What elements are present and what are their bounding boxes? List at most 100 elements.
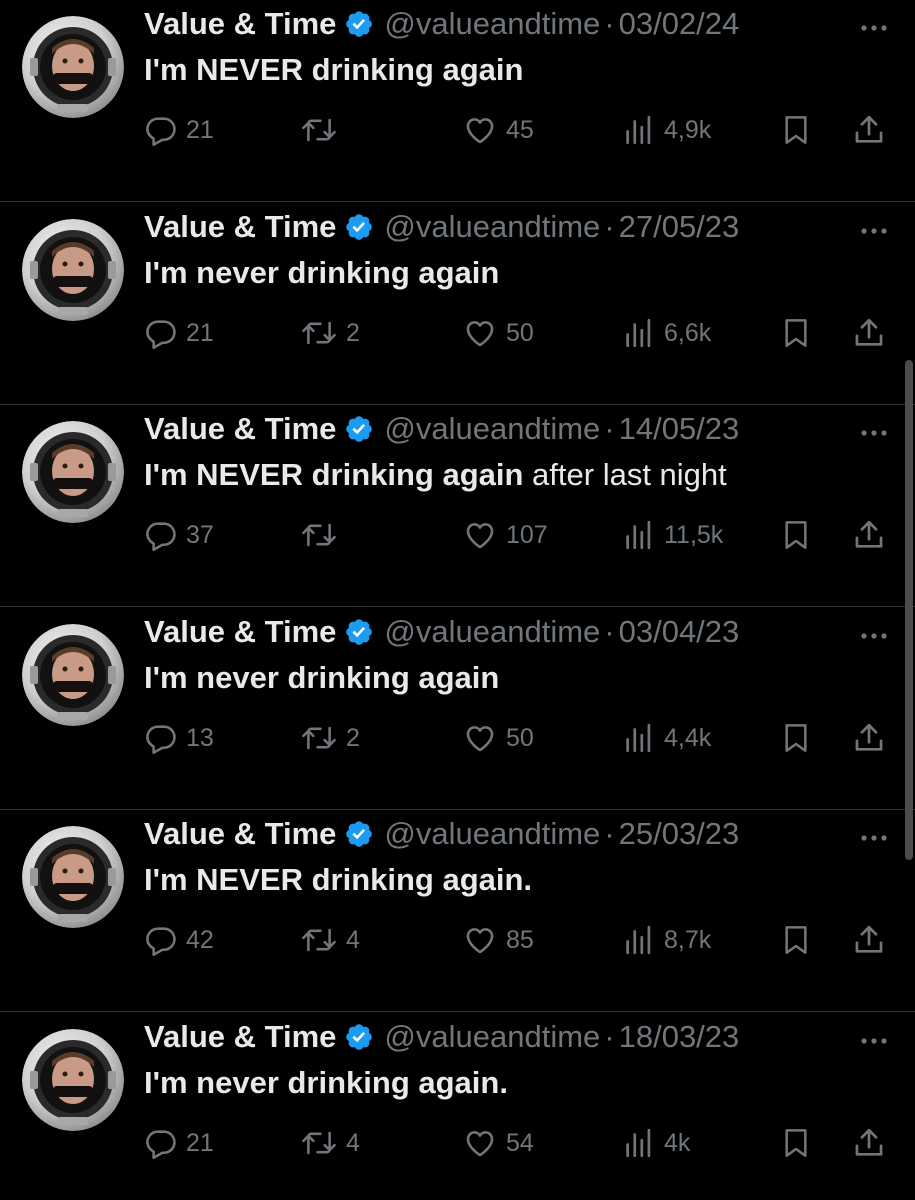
bookmark-button[interactable] [780,112,812,148]
retweet-icon [300,316,338,350]
tweet-header: Value & Time @valueandtime · 27/05/23 [144,207,739,247]
tweet[interactable]: Value & Time @valueandtime · 25/03/23 I'… [0,810,915,1012]
views-chart-icon [622,1126,656,1160]
retweet-button[interactable]: 4 [300,922,360,958]
tweet[interactable]: Value & Time @valueandtime · 03/04/23 I'… [0,608,915,810]
tweet[interactable]: Value & Time @valueandtime · 27/05/23 I'… [0,203,915,405]
display-name[interactable]: Value & Time [144,1019,336,1055]
share-button[interactable] [852,112,886,148]
retweet-count: 2 [346,723,360,752]
views-button[interactable]: 4,4k [622,720,711,756]
retweet-icon [300,1126,338,1160]
avatar[interactable] [22,219,124,321]
tweet[interactable]: Value & Time @valueandtime · 03/02/24 I'… [0,0,915,202]
reply-count: 21 [186,115,214,144]
bookmark-button[interactable] [780,517,812,553]
more-options-icon[interactable] [859,830,889,841]
like-button[interactable]: 50 [462,720,534,756]
display-name[interactable]: Value & Time [144,209,336,245]
avatar[interactable] [22,826,124,928]
tweet-date[interactable]: 03/02/24 [619,6,740,42]
more-options-icon[interactable] [859,425,889,436]
tweet-date[interactable]: 03/04/23 [619,614,740,650]
display-name[interactable]: Value & Time [144,614,336,650]
user-handle[interactable]: @valueandtime [384,1019,600,1055]
tweet[interactable]: Value & Time @valueandtime · 14/05/23 I'… [0,405,915,607]
heart-icon [462,518,498,552]
retweet-button[interactable] [300,112,346,148]
scrollbar[interactable] [905,360,913,860]
like-button[interactable]: 50 [462,315,534,351]
display-name[interactable]: Value & Time [144,816,336,852]
user-handle[interactable]: @valueandtime [384,411,600,447]
share-icon [852,112,886,148]
retweet-count: 2 [346,318,360,347]
share-button[interactable] [852,922,886,958]
tweet-text: I'm never drinking again [144,658,499,698]
share-button[interactable] [852,720,886,756]
reply-button[interactable]: 13 [144,720,214,756]
avatar[interactable] [22,1029,124,1131]
more-options-icon[interactable] [859,223,889,234]
reply-icon [144,113,178,147]
more-options-icon[interactable] [859,628,889,639]
more-options-icon[interactable] [859,1033,889,1044]
share-button[interactable] [852,1125,886,1161]
bookmark-icon [780,922,812,958]
retweet-button[interactable]: 4 [300,1125,360,1161]
bookmark-button[interactable] [780,315,812,351]
share-button[interactable] [852,315,886,351]
avatar[interactable] [22,624,124,726]
user-handle[interactable]: @valueandtime [384,614,600,650]
retweet-button[interactable]: 2 [300,720,360,756]
tweet-text: I'm never drinking again. [144,1063,508,1103]
user-handle[interactable]: @valueandtime [384,6,600,42]
tweet-date[interactable]: 25/03/23 [619,816,740,852]
reply-button[interactable]: 21 [144,315,214,351]
views-button[interactable]: 11,5k [622,517,723,553]
more-options-icon[interactable] [859,20,889,31]
retweet-button[interactable] [300,517,346,553]
share-icon [852,315,886,351]
reply-button[interactable]: 21 [144,1125,214,1161]
tweet-date[interactable]: 14/05/23 [619,411,740,447]
reply-button[interactable]: 37 [144,517,214,553]
heart-icon [462,1126,498,1160]
views-chart-icon [622,518,656,552]
reply-button[interactable]: 21 [144,112,214,148]
tweet-header: Value & Time @valueandtime · 18/03/23 [144,1017,739,1057]
views-button[interactable]: 6,6k [622,315,711,351]
avatar[interactable] [22,421,124,523]
bookmark-button[interactable] [780,720,812,756]
like-button[interactable]: 54 [462,1125,534,1161]
verified-badge-icon [344,414,374,444]
display-name[interactable]: Value & Time [144,411,336,447]
like-count: 107 [506,520,548,549]
like-button[interactable]: 85 [462,922,534,958]
tweet-text-regular: after last night [523,457,727,492]
display-name[interactable]: Value & Time [144,6,336,42]
like-button[interactable]: 45 [462,112,534,148]
reply-count: 13 [186,723,214,752]
user-handle[interactable]: @valueandtime [384,816,600,852]
tweet[interactable]: Value & Time @valueandtime · 18/03/23 I'… [0,1013,915,1200]
views-button[interactable]: 8,7k [622,922,711,958]
reply-icon [144,923,178,957]
like-count: 54 [506,1128,534,1157]
like-button[interactable]: 107 [462,517,548,553]
user-handle[interactable]: @valueandtime [384,209,600,245]
views-button[interactable]: 4,9k [622,112,711,148]
separator-dot: · [604,1019,615,1054]
bookmark-button[interactable] [780,922,812,958]
bookmark-button[interactable] [780,1125,812,1161]
reply-button[interactable]: 42 [144,922,214,958]
avatar[interactable] [22,16,124,118]
like-count: 45 [506,115,534,144]
tweet-date[interactable]: 27/05/23 [619,209,740,245]
tweet-date[interactable]: 18/03/23 [619,1019,740,1055]
bookmark-icon [780,517,812,553]
share-button[interactable] [852,517,886,553]
retweet-button[interactable]: 2 [300,315,360,351]
separator-dot: · [604,614,615,649]
views-button[interactable]: 4k [622,1125,690,1161]
